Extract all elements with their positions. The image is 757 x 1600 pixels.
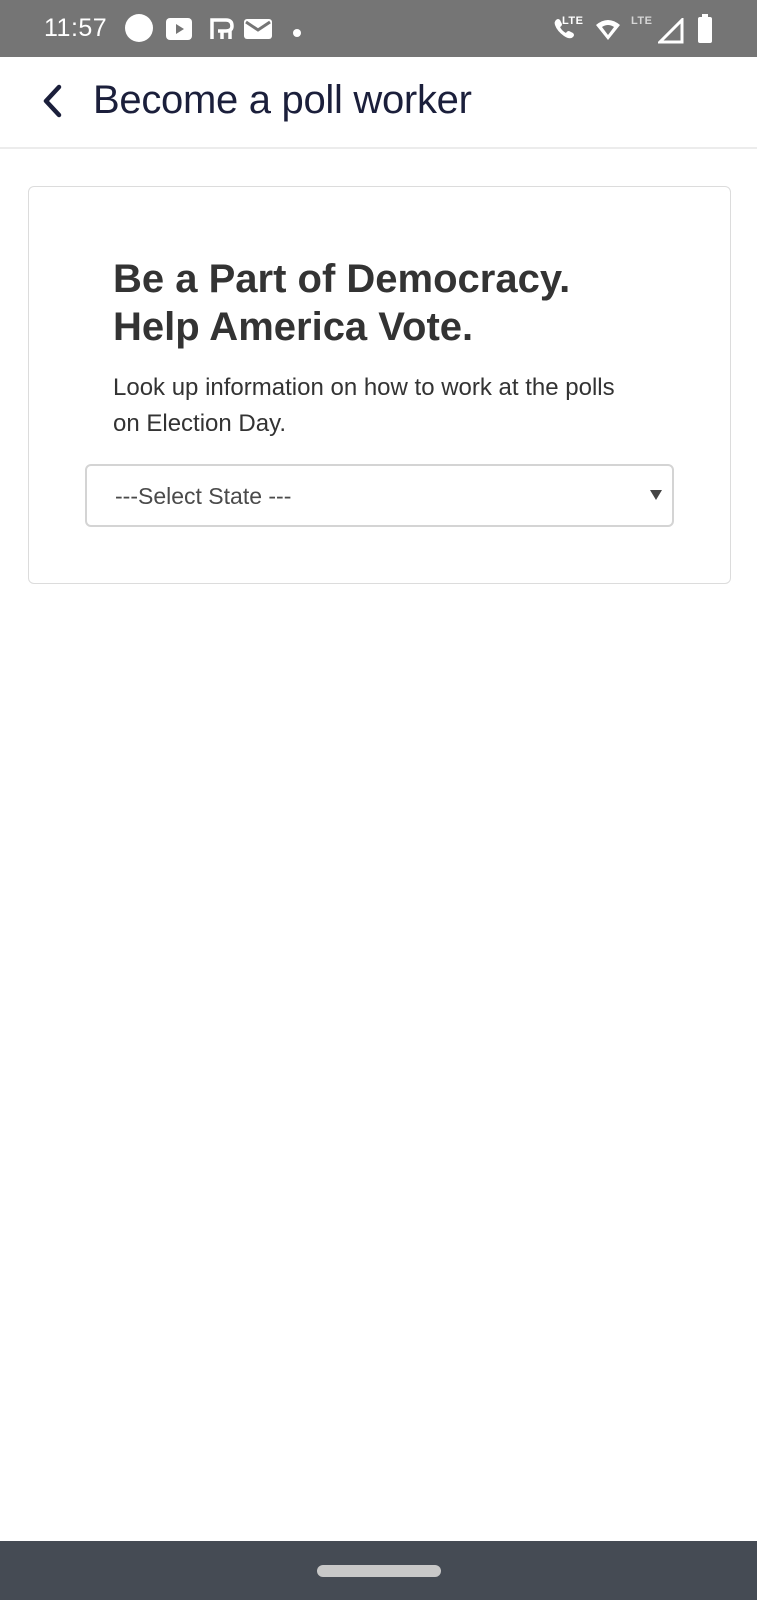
- wifi-icon: [595, 17, 621, 46]
- r-app-icon: [210, 18, 234, 45]
- lte-call-label: LTE: [562, 15, 584, 27]
- system-nav-bar: [0, 1541, 757, 1600]
- heading-line-2: Help America Vote.: [113, 305, 474, 349]
- app-bar: Become a poll worker: [0, 57, 757, 149]
- triangle-down-icon: [650, 488, 662, 504]
- state-select-value: ---Select State ---: [115, 483, 292, 509]
- lte-signal-label: LTE: [631, 15, 653, 27]
- chevron-left-icon: [38, 83, 66, 124]
- heading-line-1: Be a Part of Democracy.: [113, 257, 571, 301]
- youtube-icon: [166, 18, 192, 45]
- page-title: Become a poll worker: [93, 78, 472, 122]
- home-gesture-handle[interactable]: [317, 1565, 441, 1577]
- signal-icon: [656, 16, 684, 49]
- card-heading: Be a Part of Democracy. Help America Vot…: [113, 255, 673, 351]
- status-bar: 11:57 LTE LTE: [0, 0, 757, 57]
- state-select[interactable]: ---Select State ---: [85, 464, 674, 527]
- circle-icon: [124, 13, 154, 48]
- battery-icon: [697, 14, 713, 49]
- poll-worker-card: Be a Part of Democracy. Help America Vot…: [28, 186, 731, 584]
- back-button[interactable]: [28, 79, 76, 127]
- gmail-icon: [244, 19, 272, 44]
- status-time: 11:57: [44, 14, 108, 42]
- dot-icon: [292, 25, 302, 43]
- card-description: Look up information on how to work at th…: [113, 374, 615, 437]
